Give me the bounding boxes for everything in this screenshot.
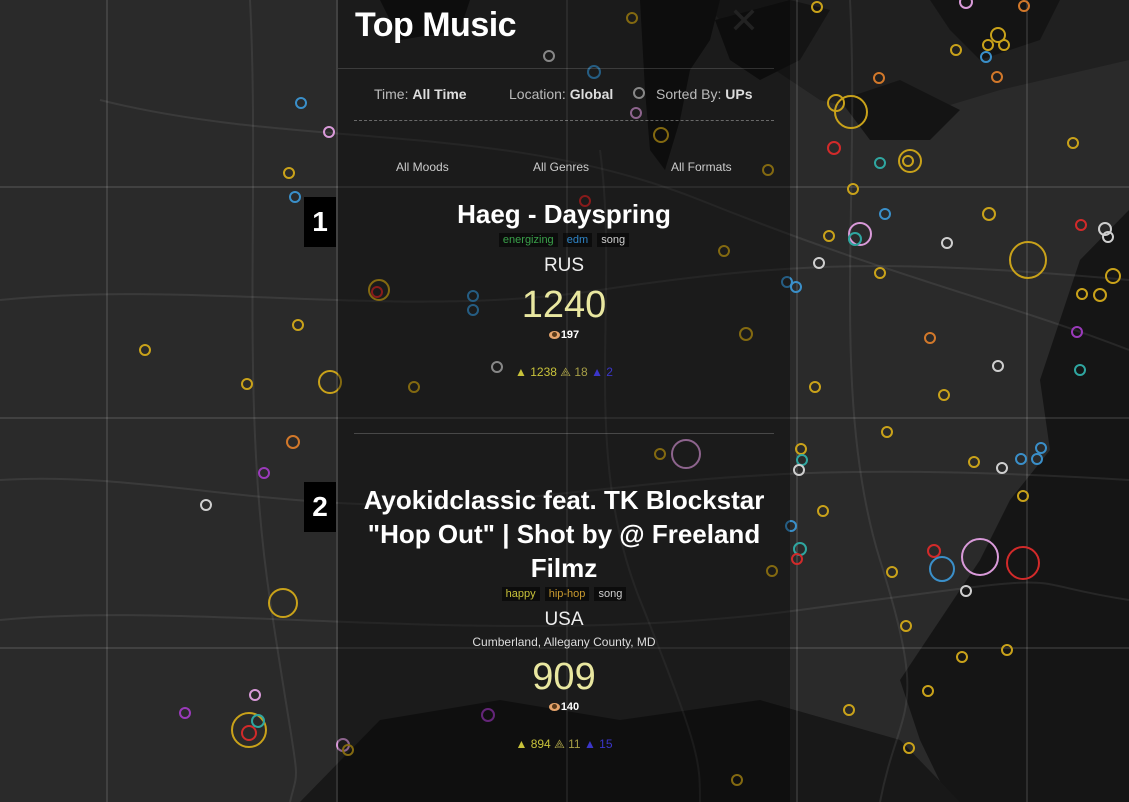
tag-genre[interactable]: hip-hop	[544, 587, 590, 601]
neutral-vote-icon[interactable]: ⟁	[560, 365, 571, 379]
views: 140	[354, 701, 774, 713]
score: 1240	[521, 284, 607, 326]
view-count: 140	[560, 701, 580, 713]
time-filter-label: Time:	[374, 86, 409, 102]
track-title[interactable]: Ayokidclassic feat. TK Blockstar "Hop Ou…	[354, 483, 774, 585]
location: Cumberland, Allegany County, MD	[472, 635, 656, 649]
neutral-vote-count: 18	[574, 365, 588, 379]
downvote-icon[interactable]: ▲	[591, 365, 603, 379]
formats-filter[interactable]: All Formats	[671, 160, 732, 174]
location-filter-label: Location:	[509, 86, 566, 102]
vote-bar: ▲ 894 ⟁ 11 ▲ 15	[354, 737, 774, 752]
genres-filter[interactable]: All Genres	[533, 160, 589, 174]
eye-icon	[548, 331, 560, 340]
track-title[interactable]: Haeg - Dayspring	[354, 197, 774, 231]
tag-mood[interactable]: energizing	[498, 233, 558, 247]
list-item: Haeg - Dayspring energizing edm song RUS…	[354, 197, 774, 380]
upvote-count: 894	[530, 737, 551, 751]
downvote-count: 15	[599, 737, 613, 751]
tag-mood[interactable]: happy	[501, 587, 540, 601]
tag-list: happy hip-hop song	[354, 587, 774, 601]
rank-badge: 1	[304, 197, 336, 247]
sort-filter-value: UPs	[725, 86, 753, 102]
neutral-vote-count: 11	[568, 737, 581, 751]
sort-filter-label: Sorted By:	[656, 86, 722, 102]
time-filter-value: All Time	[412, 86, 467, 102]
sort-filter[interactable]: Sorted By: UPs	[656, 86, 753, 102]
downvote-icon[interactable]: ▲	[584, 737, 596, 751]
tag-format[interactable]: song	[594, 587, 627, 601]
vote-bar: ▲ 1238 ⟁ 18 ▲ 2	[354, 365, 774, 380]
tag-list: energizing edm song	[354, 233, 774, 247]
page-title: Top Music	[355, 6, 517, 44]
neutral-vote-icon[interactable]: ⟁	[554, 737, 565, 751]
location-filter-value: Global	[569, 86, 614, 102]
list-item: Ayokidclassic feat. TK Blockstar "Hop Ou…	[354, 483, 774, 752]
score: 909	[532, 656, 596, 698]
divider	[338, 68, 774, 69]
location-filter[interactable]: Location: Global	[509, 86, 613, 102]
upvote-icon[interactable]: ▲	[515, 365, 527, 379]
divider	[354, 433, 774, 434]
upvote-icon[interactable]: ▲	[515, 737, 527, 751]
view-count: 197	[560, 329, 580, 341]
rank-badge: 2	[304, 482, 336, 532]
close-icon[interactable]: ✕	[727, 3, 761, 39]
tag-format[interactable]: song	[597, 233, 630, 247]
views: 197	[354, 329, 774, 341]
downvote-count: 2	[606, 365, 613, 379]
dashed-divider	[354, 120, 774, 121]
country: RUS	[543, 255, 585, 276]
tag-genre[interactable]: edm	[562, 233, 593, 247]
upvote-count: 1238	[530, 365, 557, 379]
time-filter[interactable]: Time: All Time	[374, 86, 467, 102]
country: USA	[544, 609, 584, 630]
eye-icon	[548, 703, 560, 712]
moods-filter[interactable]: All Moods	[396, 160, 449, 174]
